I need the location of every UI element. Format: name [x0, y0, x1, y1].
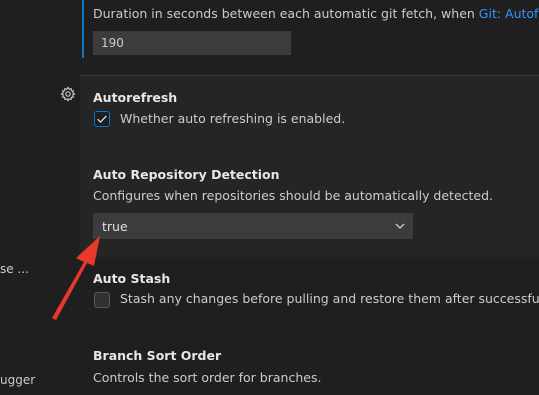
autofetch-period-input[interactable]: 190 — [93, 31, 291, 55]
setting-title: Branch Sort Order — [93, 348, 222, 363]
autorefresh-checkbox[interactable] — [94, 111, 110, 127]
checkbox-label: Whether auto refreshing is enabled. — [120, 111, 346, 126]
auto-repository-detection-select[interactable]: true — [93, 213, 413, 239]
setting-description: Controls the sort order for branches. — [93, 370, 322, 385]
setting-auto-repository-detection: Auto Repository Detection Configures whe… — [80, 153, 539, 257]
setting-autofetch-period: Duration in seconds between each automat… — [80, 0, 539, 62]
setting-autorefresh: Autorefresh Whether auto refreshing is e… — [80, 75, 539, 154]
setting-title: Auto Repository Detection — [93, 167, 280, 182]
setting-title: Auto Stash — [93, 271, 171, 286]
checkbox-label: Stash any changes before pulling and res… — [120, 291, 539, 306]
setting-title: Autorefresh — [93, 90, 178, 105]
select-value: true — [102, 219, 128, 234]
auto-stash-checkbox[interactable] — [94, 292, 110, 308]
autofetch-setting-link[interactable]: Git: Autofetch — [479, 6, 539, 21]
toc-item[interactable]: ugger — [0, 373, 35, 387]
setting-description: Configures when repositories should be a… — [93, 188, 494, 203]
toc-item[interactable]: se ... — [0, 262, 29, 276]
gear-icon[interactable] — [60, 86, 76, 102]
settings-toc: se ... ugger — [0, 0, 80, 395]
setting-description: Duration in seconds between each automat… — [93, 6, 539, 21]
settings-editor: se ... ugger Duration in seconds between… — [0, 0, 539, 395]
setting-branch-sort-order: Branch Sort Order Controls the sort orde… — [80, 336, 539, 395]
check-icon — [97, 115, 107, 124]
chevron-down-icon — [395, 223, 405, 229]
setting-auto-stash: Auto Stash Stash any changes before pull… — [80, 258, 539, 328]
modified-indicator — [82, 0, 84, 58]
